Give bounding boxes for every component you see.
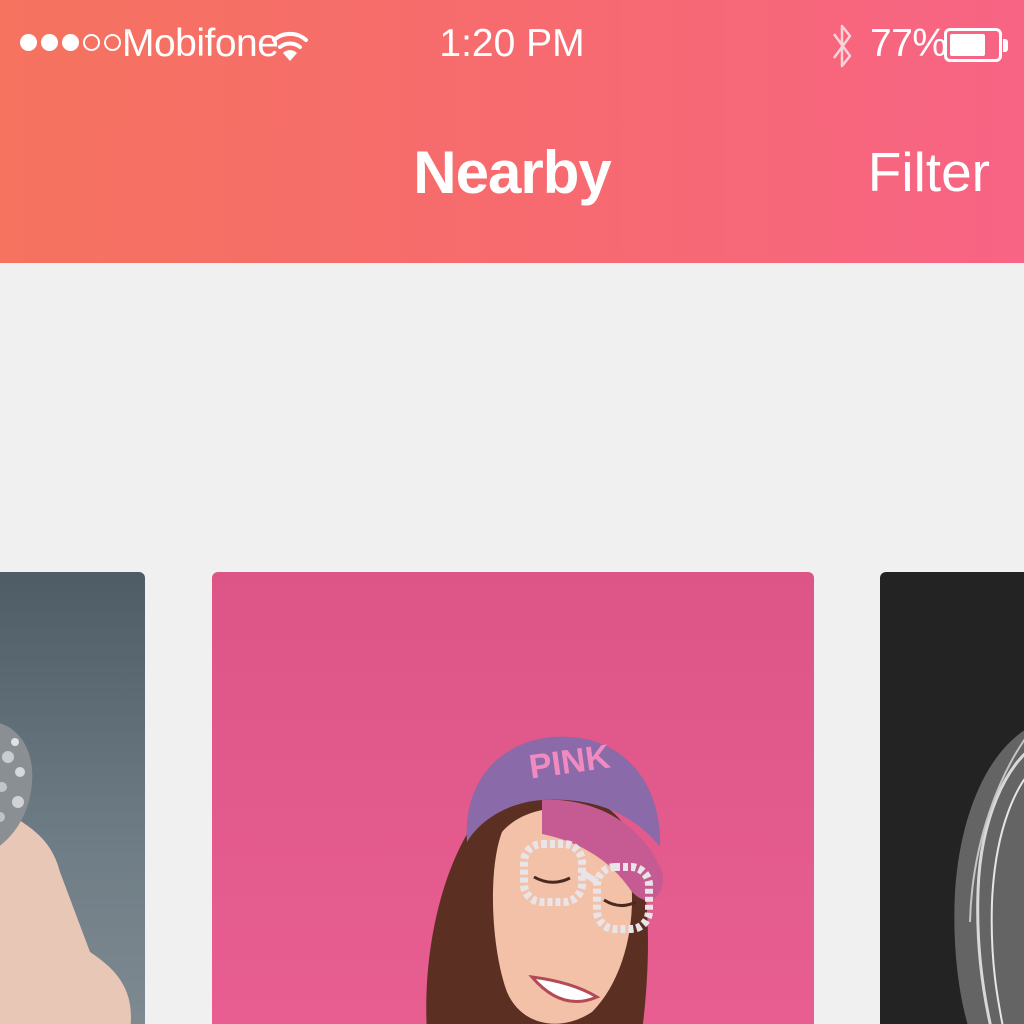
battery-level-fill <box>950 34 985 56</box>
profile-photo-left <box>0 723 131 1024</box>
header-bar: Mobifone 1:20 PM 77% Nearby Filter <box>0 0 1024 263</box>
bluetooth-icon <box>832 24 852 68</box>
battery-tip <box>1003 39 1008 52</box>
status-bar: Mobifone 1:20 PM 77% <box>0 0 1024 92</box>
profile-card-left[interactable] <box>0 572 145 1024</box>
filter-button[interactable]: Filter <box>868 140 990 204</box>
battery-percentage: 77% <box>870 22 947 65</box>
profile-card-right[interactable] <box>880 572 1024 1024</box>
profile-card-center[interactable]: PINK <box>212 572 814 1024</box>
battery-icon <box>944 28 1002 62</box>
profile-photo-center: PINK <box>426 736 663 1024</box>
profile-photo-right <box>954 730 1024 1024</box>
